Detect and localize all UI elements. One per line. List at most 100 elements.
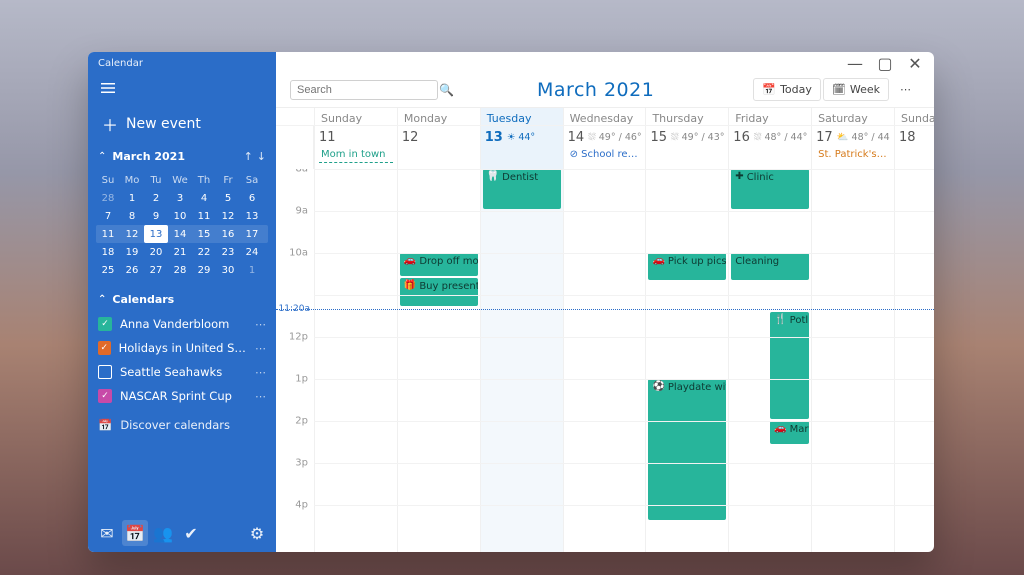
day-header: Thursday bbox=[645, 108, 728, 125]
today-button[interactable]: 📅 Today bbox=[753, 78, 821, 101]
mini-day[interactable]: 4 bbox=[192, 189, 216, 207]
mini-day[interactable]: 7 bbox=[96, 207, 120, 225]
discover-calendars-button[interactable]: 📅 Discover calendars bbox=[88, 408, 276, 432]
calendar-event[interactable]: 🍴Potl bbox=[770, 312, 809, 419]
calendar-item[interactable]: ✓NASCAR Sprint Cup⋯ bbox=[88, 384, 276, 408]
chevron-up-icon[interactable]: ⌃ bbox=[98, 294, 106, 305]
close-button[interactable]: ✕ bbox=[900, 52, 930, 74]
view-week-button[interactable]: 🗓 Week bbox=[823, 78, 889, 101]
mini-day[interactable]: 29 bbox=[192, 261, 216, 279]
calendar-event[interactable]: 🚗Drop off mo bbox=[400, 253, 478, 276]
more-button[interactable]: ⋯ bbox=[891, 78, 920, 101]
calendar-event[interactable]: Cleaning bbox=[731, 253, 809, 280]
mini-day[interactable]: 12 bbox=[120, 225, 144, 243]
grid-day-column[interactable] bbox=[811, 169, 894, 552]
allday-event[interactable]: Mom in town bbox=[319, 147, 393, 163]
mini-day[interactable]: 24 bbox=[240, 243, 264, 261]
search-input[interactable] bbox=[297, 84, 439, 96]
maximize-button[interactable]: ▢ bbox=[870, 52, 900, 74]
mini-day[interactable]: 11 bbox=[192, 207, 216, 225]
mini-day[interactable]: 17 bbox=[240, 225, 264, 243]
mini-day[interactable]: 21 bbox=[168, 243, 192, 261]
calendar-button[interactable]: 📅 bbox=[122, 520, 148, 546]
mini-day[interactable]: 2 bbox=[144, 189, 168, 207]
mini-day[interactable]: 3 bbox=[168, 189, 192, 207]
chevron-up-icon[interactable]: ⌃ bbox=[98, 151, 106, 162]
hamburger-button[interactable] bbox=[88, 74, 276, 102]
grid-day-column[interactable]: 🚗Pick up pics ⚽Playdate with Brandon bbox=[645, 169, 728, 552]
calendar-item[interactable]: ✓Anna Vanderbloom⋯ bbox=[88, 312, 276, 336]
mini-day[interactable]: 1 bbox=[120, 189, 144, 207]
allday-cell[interactable]: 14⛆ 49° / 46°⊘ School registrati bbox=[563, 126, 646, 169]
settings-button[interactable]: ⚙ bbox=[244, 520, 270, 546]
calendar-event[interactable]: ⚽Playdate with Brandon bbox=[648, 379, 726, 520]
grid-day-column[interactable]: 🦷Dentist bbox=[480, 169, 563, 552]
grid-day-column[interactable]: 🚗Drop off mo🎁Buy present bbox=[397, 169, 480, 552]
calendar-checkbox[interactable]: ✓ bbox=[98, 341, 111, 355]
mini-day[interactable]: 22 bbox=[192, 243, 216, 261]
allday-cell[interactable]: 13☀ 44° bbox=[480, 126, 563, 169]
grid-day-column[interactable] bbox=[894, 169, 934, 552]
mail-button[interactable]: ✉ bbox=[94, 520, 120, 546]
mini-day[interactable]: 19 bbox=[120, 243, 144, 261]
calendar-more-icon[interactable]: ⋯ bbox=[255, 318, 266, 331]
people-button[interactable]: 👥 bbox=[150, 520, 176, 546]
mini-day[interactable]: 8 bbox=[120, 207, 144, 225]
grid-day-column[interactable]: ✚Clinic Cleaning 🍴Potl🚗Mar bbox=[728, 169, 811, 552]
calendar-more-icon[interactable]: ⋯ bbox=[255, 366, 266, 379]
calendar-event[interactable]: 🚗Mar bbox=[770, 421, 809, 444]
calendar-event[interactable]: 🎁Buy present bbox=[400, 278, 478, 305]
minimize-button[interactable]: — bbox=[840, 52, 870, 74]
mini-day[interactable]: 27 bbox=[144, 261, 168, 279]
mini-day[interactable]: 15 bbox=[192, 225, 216, 243]
calendar-more-icon[interactable]: ⋯ bbox=[255, 390, 266, 403]
allday-cell[interactable]: 16⛆ 48° / 44° bbox=[728, 126, 811, 169]
mini-day[interactable]: 30 bbox=[216, 261, 240, 279]
calendar-event[interactable]: 🦷Dentist bbox=[483, 169, 561, 209]
allday-event[interactable]: St. Patrick's Day bbox=[816, 147, 890, 162]
allday-event[interactable]: ⊘ School registrati bbox=[568, 147, 642, 162]
mini-day[interactable]: 1 bbox=[240, 261, 264, 279]
mini-calendar-title: March 2021 bbox=[112, 150, 185, 163]
mini-day[interactable]: 20 bbox=[144, 243, 168, 261]
allday-cell[interactable]: 15⛆ 49° / 43° bbox=[645, 126, 728, 169]
mini-prev-button[interactable]: ↑ bbox=[244, 150, 253, 163]
search-box[interactable]: 🔍 bbox=[290, 80, 438, 100]
mini-day[interactable]: 13 bbox=[240, 207, 264, 225]
mini-day[interactable]: 18 bbox=[96, 243, 120, 261]
allday-cell[interactable]: 11Mom in town bbox=[314, 126, 397, 169]
todo-button[interactable]: ✔ bbox=[178, 520, 204, 546]
calendar-item[interactable]: ✓Holidays in United States⋯ bbox=[88, 336, 276, 360]
mini-day[interactable]: 28 bbox=[168, 261, 192, 279]
mini-day[interactable]: 5 bbox=[216, 189, 240, 207]
calendar-checkbox[interactable]: ✓ bbox=[98, 389, 112, 403]
calendar-event[interactable]: 🚗Pick up pics bbox=[648, 253, 726, 280]
new-event-button[interactable]: ＋ New event bbox=[88, 102, 276, 146]
mini-day[interactable]: 23 bbox=[216, 243, 240, 261]
mini-day[interactable]: 6 bbox=[240, 189, 264, 207]
grid-day-column[interactable] bbox=[314, 169, 397, 552]
calendar-item[interactable]: Seattle Seahawks ⋯ bbox=[88, 360, 276, 384]
mini-next-button[interactable]: ↓ bbox=[257, 150, 266, 163]
allday-cell[interactable]: 18 bbox=[894, 126, 934, 169]
mini-day[interactable]: 25 bbox=[96, 261, 120, 279]
calendar-more-icon[interactable]: ⋯ bbox=[255, 342, 266, 355]
calendar-checkbox[interactable]: ✓ bbox=[98, 317, 112, 331]
mini-day[interactable]: 13 bbox=[144, 225, 168, 243]
mini-calendar[interactable]: SuMoTuWeThFrSa28123456789101112131112131… bbox=[88, 167, 276, 287]
mini-day[interactable]: 9 bbox=[144, 207, 168, 225]
mini-day[interactable]: 14 bbox=[168, 225, 192, 243]
calendar-name: Seattle Seahawks bbox=[120, 365, 222, 379]
mini-day[interactable]: 10 bbox=[168, 207, 192, 225]
mini-day[interactable]: 11 bbox=[96, 225, 120, 243]
calendar-event[interactable]: ✚Clinic bbox=[731, 169, 809, 209]
mini-day[interactable]: 28 bbox=[96, 189, 120, 207]
allday-cell[interactable]: 17⛅ 48° / 44°St. Patrick's Day bbox=[811, 126, 894, 169]
mini-day[interactable]: 12 bbox=[216, 207, 240, 225]
mini-day[interactable]: 16 bbox=[216, 225, 240, 243]
allday-cell[interactable]: 12 bbox=[397, 126, 480, 169]
calendar-checkbox[interactable] bbox=[98, 365, 112, 379]
mini-day[interactable]: 26 bbox=[120, 261, 144, 279]
grid-day-column[interactable] bbox=[563, 169, 646, 552]
time-grid[interactable]: 8a9a10a12p1p2p3p4p11:20a 🚗Drop off mo🎁Bu… bbox=[276, 169, 934, 552]
